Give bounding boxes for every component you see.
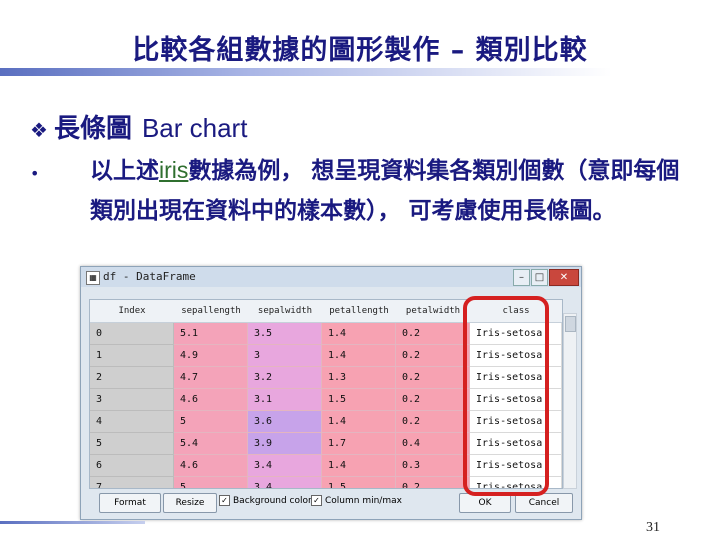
cell-sepalwidth[interactable]: 3.4 <box>248 455 322 477</box>
title-divider <box>0 68 720 76</box>
page-number: 31 <box>646 520 660 535</box>
cell-index[interactable]: 7 <box>90 477 174 488</box>
column-minmax-label: Column min/max <box>325 496 402 506</box>
slide-title: 比較各組數據的圖形製作 – 類別比較 <box>132 35 588 66</box>
cell-sepallength[interactable]: 5 <box>174 477 248 488</box>
cell-petallength[interactable]: 1.5 <box>322 389 396 411</box>
checkbox-checked-icon[interactable]: ✓ <box>311 495 322 506</box>
column-header-petalwidth[interactable]: petalwidth <box>396 300 471 323</box>
checkbox-checked-icon[interactable]: ✓ <box>219 495 230 506</box>
bullet-bar-chart: ❖ 長條圖 Bar chart <box>30 108 247 145</box>
resize-button[interactable]: Resize <box>163 493 217 513</box>
cell-sepallength[interactable]: 5 <box>174 411 248 433</box>
minimize-icon[interactable]: – <box>513 269 530 286</box>
cell-sepalwidth[interactable]: 3 <box>248 345 322 367</box>
window-titlebar[interactable]: ▦ df - DataFrame – □ ✕ <box>81 267 581 287</box>
cell-index[interactable]: 1 <box>90 345 174 367</box>
cell-index[interactable]: 3 <box>90 389 174 411</box>
cell-sepalwidth[interactable]: 3.5 <box>248 323 322 345</box>
column-header-petallength[interactable]: petallength <box>322 300 397 323</box>
cell-index[interactable]: 4 <box>90 411 174 433</box>
close-icon[interactable]: ✕ <box>549 269 579 286</box>
class-column-highlight <box>463 296 549 496</box>
bottom-divider <box>0 521 145 524</box>
cell-sepallength[interactable]: 4.6 <box>174 389 248 411</box>
cell-petalwidth[interactable]: 0.2 <box>396 411 470 433</box>
cell-index[interactable]: 2 <box>90 367 174 389</box>
cell-petalwidth[interactable]: 0.2 <box>396 367 470 389</box>
cell-sepallength[interactable]: 5.1 <box>174 323 248 345</box>
column-header-sepallength[interactable]: sepallength <box>174 300 249 323</box>
cell-petallength[interactable]: 1.4 <box>322 411 396 433</box>
bullet-description: 以上述iris數據為例， 想呈現資料集各類別個數（意即每個類別出現在資料中的樣本… <box>90 150 690 231</box>
bullet-dot-icon: • <box>30 164 40 183</box>
maximize-icon[interactable]: □ <box>531 269 548 286</box>
cell-index[interactable]: 6 <box>90 455 174 477</box>
cell-petalwidth[interactable]: 0.4 <box>396 433 470 455</box>
cell-sepalwidth[interactable]: 3.4 <box>248 477 322 488</box>
cell-petallength[interactable]: 1.5 <box>322 477 396 488</box>
cell-sepalwidth[interactable]: 3.2 <box>248 367 322 389</box>
cell-sepallength[interactable]: 4.9 <box>174 345 248 367</box>
cell-petalwidth[interactable]: 0.2 <box>396 323 470 345</box>
column-header-sepalwidth[interactable]: sepalwidth <box>248 300 323 323</box>
column-header-index[interactable]: Index <box>90 300 175 323</box>
cell-petallength[interactable]: 1.4 <box>322 323 396 345</box>
vertical-scrollbar[interactable] <box>563 313 577 489</box>
description-pre: 以上述 <box>90 158 159 184</box>
bullet-heading-en: Bar chart <box>141 113 248 143</box>
column-minmax-checkbox[interactable]: ✓ Column min/max <box>311 495 402 506</box>
format-button[interactable]: Format <box>99 493 161 513</box>
background-color-checkbox[interactable]: ✓ Background color <box>219 495 312 506</box>
background-color-label: Background color <box>233 496 312 506</box>
cell-sepallength[interactable]: 4.6 <box>174 455 248 477</box>
cell-petallength[interactable]: 1.3 <box>322 367 396 389</box>
cell-sepalwidth[interactable]: 3.6 <box>248 411 322 433</box>
diamond-bullet-icon: ❖ <box>30 118 48 142</box>
cell-sepalwidth[interactable]: 3.1 <box>248 389 322 411</box>
window-title: df - DataFrame <box>103 270 196 283</box>
scrollbar-thumb[interactable] <box>565 316 576 332</box>
cell-petalwidth[interactable]: 0.2 <box>396 345 470 367</box>
cell-petalwidth[interactable]: 0.2 <box>396 477 470 488</box>
cell-petalwidth[interactable]: 0.2 <box>396 389 470 411</box>
bullet-heading-zh: 長條圖 <box>53 114 132 144</box>
cell-petallength[interactable]: 1.4 <box>322 345 396 367</box>
cell-sepalwidth[interactable]: 3.9 <box>248 433 322 455</box>
cell-sepallength[interactable]: 5.4 <box>174 433 248 455</box>
cell-sepallength[interactable]: 4.7 <box>174 367 248 389</box>
cell-index[interactable]: 0 <box>90 323 174 345</box>
iris-link[interactable]: iris <box>159 157 188 183</box>
cell-petallength[interactable]: 1.7 <box>322 433 396 455</box>
cell-petallength[interactable]: 1.4 <box>322 455 396 477</box>
ok-button[interactable]: OK <box>459 493 511 513</box>
app-icon: ▦ <box>86 271 100 285</box>
cancel-button[interactable]: Cancel <box>515 493 573 513</box>
cell-index[interactable]: 5 <box>90 433 174 455</box>
cell-petalwidth[interactable]: 0.3 <box>396 455 470 477</box>
